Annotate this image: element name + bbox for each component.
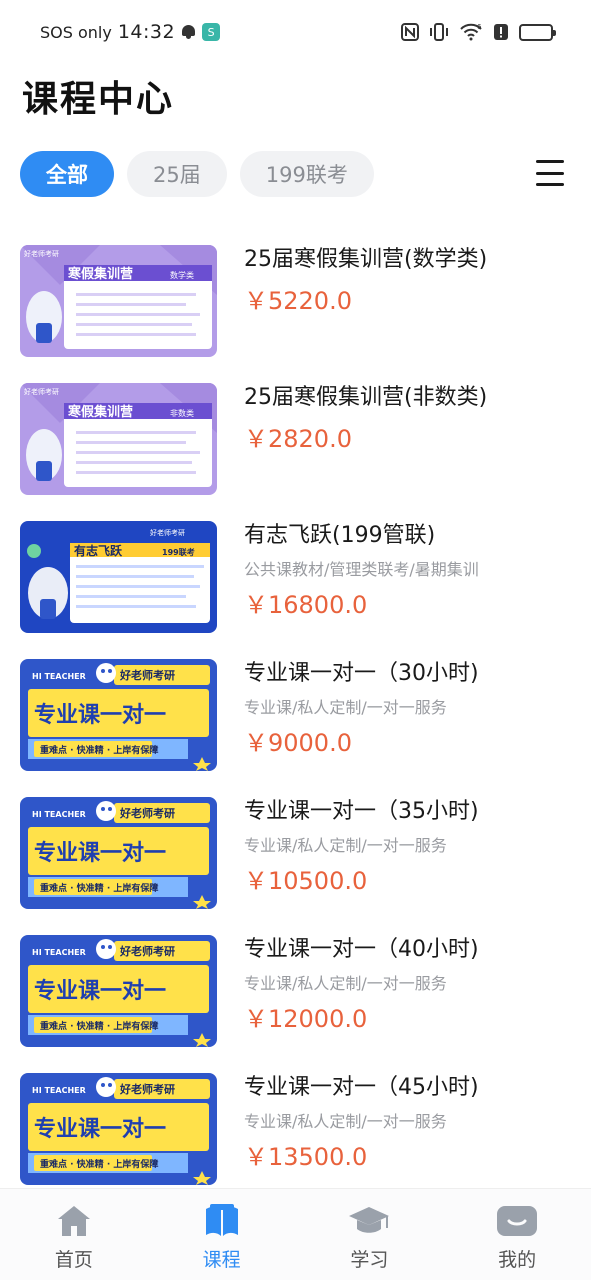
network-type: 6 xyxy=(477,23,482,31)
course-thumbnail[interactable]: 寒假集训营 非数类 好老师考研 xyxy=(20,383,217,495)
course-price: ￥16800.0 xyxy=(244,591,368,619)
course-info: 25届寒假集训营(非数类) ￥2820.0 xyxy=(244,383,571,455)
course-tags: 专业课/私人定制/一对一服务 xyxy=(244,698,447,717)
carrier-text: SOS only xyxy=(40,22,112,42)
thumb-slogan: 重难点 · 快准精 · 上岸有保障 xyxy=(40,1020,158,1032)
course-info: 专业课一对一（30小时) 专业课/私人定制/一对一服务 ￥9000.0 xyxy=(244,659,571,759)
course-item[interactable]: HI TEACHER 好老师考研专业课一对一重难点 · 快准精 · 上岸有保障 专业… xyxy=(0,935,591,1073)
app-notification-icon: S xyxy=(202,23,221,41)
course-price: ￥10500.0 xyxy=(244,867,368,895)
vibrate-icon xyxy=(430,23,448,41)
home-icon xyxy=(52,1203,96,1239)
tab-all[interactable]: 全部 xyxy=(20,151,114,197)
thumb-slogan: 重难点 · 快准精 · 上岸有保障 xyxy=(40,744,158,756)
thumb-slogan: 重难点 · 快准精 · 上岸有保障 xyxy=(40,1158,158,1170)
course-title[interactable]: 专业课一对一（40小时) xyxy=(244,935,571,965)
graduation-cap-icon xyxy=(347,1203,391,1239)
course-price: ￥5220.0 xyxy=(244,287,352,315)
thumb-heading: 寒假集训营 xyxy=(67,404,133,420)
course-info: 专业课一对一（35小时) 专业课/私人定制/一对一服务 ￥10500.0 xyxy=(244,797,571,897)
thumb-brand: 好老师考研 xyxy=(150,528,185,537)
course-tags: 专业课/私人定制/一对一服务 xyxy=(244,1112,447,1131)
thumb-tag: 非数类 xyxy=(170,408,194,418)
nav-home-label: 首页 xyxy=(54,1249,93,1271)
battery-icon xyxy=(519,23,556,41)
thumb-brand: 好老师考研 xyxy=(24,249,59,258)
thumb-brand: 好老师考研 xyxy=(119,944,175,958)
course-info: 25届寒假集训营(数学类) ￥5220.0 xyxy=(244,245,571,317)
thumb-heading: 专业课一对一 xyxy=(34,978,166,1004)
clock: 14:32 xyxy=(117,21,176,43)
thumb-heading: 专业课一对一 xyxy=(34,1116,166,1142)
menu-icon[interactable] xyxy=(536,160,564,186)
status-right: 6 xyxy=(401,23,556,41)
course-info: 有志飞跃(199管联) 公共课教材/管理类联考/暑期集训 ￥16800.0 xyxy=(244,521,571,621)
nav-courses[interactable]: 课程 xyxy=(148,1189,296,1280)
profile-icon xyxy=(495,1203,539,1239)
course-title[interactable]: 专业课一对一（30小时) xyxy=(244,659,571,689)
nav-courses-label: 课程 xyxy=(202,1249,241,1271)
nav-study[interactable]: 学习 xyxy=(296,1189,444,1280)
thumb-brand: 好老师考研 xyxy=(119,1082,175,1096)
course-title[interactable]: 25届寒假集训营(数学类) xyxy=(244,245,571,275)
course-info: 专业课一对一（45小时) 专业课/私人定制/一对一服务 ￥13500.0 xyxy=(244,1073,571,1173)
nav-profile[interactable]: 我的 xyxy=(443,1189,591,1280)
course-title[interactable]: 25届寒假集训营(非数类) xyxy=(244,383,571,413)
course-price: ￥13500.0 xyxy=(244,1143,368,1171)
course-thumbnail[interactable]: 有志飞跃 199联考 好老师考研 xyxy=(20,521,217,633)
bottom-nav: 首页 课程 学习 我的 xyxy=(0,1188,591,1280)
tab-199[interactable]: 199联考 xyxy=(239,151,374,197)
category-tabs: 全部 25届 199联考 xyxy=(20,151,374,197)
thumb-tag: 数学类 xyxy=(170,270,194,280)
tab-25[interactable]: 25届 xyxy=(127,151,227,197)
course-price: ￥12000.0 xyxy=(244,1005,368,1033)
thumb-teacher-label: HI TEACHER xyxy=(32,810,86,819)
course-item[interactable]: 寒假集训营 数学类 好老师考研 25届寒假集训营(数学类) ￥5220.0 xyxy=(0,245,591,383)
notification-bell-icon xyxy=(181,24,196,40)
course-tags: 公共课教材/管理类联考/暑期集训 xyxy=(244,560,479,579)
thumb-brand: 好老师考研 xyxy=(119,806,175,820)
course-tags: 专业课/私人定制/一对一服务 xyxy=(244,836,447,855)
nav-profile-label: 我的 xyxy=(498,1249,537,1271)
course-info: 专业课一对一（40小时) 专业课/私人定制/一对一服务 ￥12000.0 xyxy=(244,935,571,1035)
nav-study-label: 学习 xyxy=(350,1249,389,1271)
status-bar: SOS only 14:32 S 6 xyxy=(0,0,591,64)
course-item[interactable]: HI TEACHER 好老师考研专业课一对一重难点 · 快准精 · 上岸有保障 专业… xyxy=(0,659,591,797)
course-thumbnail[interactable]: HI TEACHER 好老师考研专业课一对一重难点 · 快准精 · 上岸有保障 xyxy=(20,935,217,1047)
thumb-brand: 好老师考研 xyxy=(119,668,175,682)
wifi-icon: 6 xyxy=(460,23,482,41)
thumb-heading: 专业课一对一 xyxy=(34,840,166,866)
course-tags: 专业课/私人定制/一对一服务 xyxy=(244,974,447,993)
thumb-heading: 寒假集训营 xyxy=(67,266,133,282)
course-item[interactable]: 有志飞跃 199联考 好老师考研 有志飞跃(199管联) 公共课教材/管理类联考/暑期集… xyxy=(0,521,591,659)
course-price: ￥9000.0 xyxy=(244,729,352,757)
thumb-brand: 好老师考研 xyxy=(24,387,59,396)
course-list: 寒假集训营 数学类 好老师考研 25届寒假集训营(数学类) ￥5220.0 寒假集训营 非数… xyxy=(0,245,591,1211)
thumb-slogan: 重难点 · 快准精 · 上岸有保障 xyxy=(40,882,158,894)
thumb-teacher-label: HI TEACHER xyxy=(32,948,86,957)
book-icon xyxy=(200,1203,244,1239)
status-left: SOS only 14:32 S xyxy=(40,21,221,43)
nfc-icon xyxy=(401,23,419,41)
course-thumbnail[interactable]: HI TEACHER 好老师考研专业课一对一重难点 · 快准精 · 上岸有保障 xyxy=(20,659,217,771)
thumb-heading: 有志飞跃 xyxy=(74,543,123,558)
course-title[interactable]: 专业课一对一（35小时) xyxy=(244,797,571,827)
course-title[interactable]: 有志飞跃(199管联) xyxy=(244,521,571,551)
thumb-teacher-label: HI TEACHER xyxy=(32,1086,86,1095)
alert-icon xyxy=(494,24,508,40)
page-title: 课程中心 xyxy=(22,79,175,120)
nav-home[interactable]: 首页 xyxy=(0,1189,148,1280)
thumb-teacher-label: HI TEACHER xyxy=(32,672,86,681)
course-thumbnail[interactable]: 寒假集训营 数学类 好老师考研 xyxy=(20,245,217,357)
course-item[interactable]: 寒假集训营 非数类 好老师考研 25届寒假集训营(非数类) ￥2820.0 xyxy=(0,383,591,521)
thumb-tag: 199联考 xyxy=(162,547,195,557)
course-thumbnail[interactable]: HI TEACHER 好老师考研专业课一对一重难点 · 快准精 · 上岸有保障 xyxy=(20,797,217,909)
thumb-heading: 专业课一对一 xyxy=(34,702,166,728)
course-thumbnail[interactable]: HI TEACHER 好老师考研专业课一对一重难点 · 快准精 · 上岸有保障 xyxy=(20,1073,217,1185)
course-title[interactable]: 专业课一对一（45小时) xyxy=(244,1073,571,1103)
course-price: ￥2820.0 xyxy=(244,425,352,453)
course-item[interactable]: HI TEACHER 好老师考研专业课一对一重难点 · 快准精 · 上岸有保障 专业… xyxy=(0,797,591,935)
